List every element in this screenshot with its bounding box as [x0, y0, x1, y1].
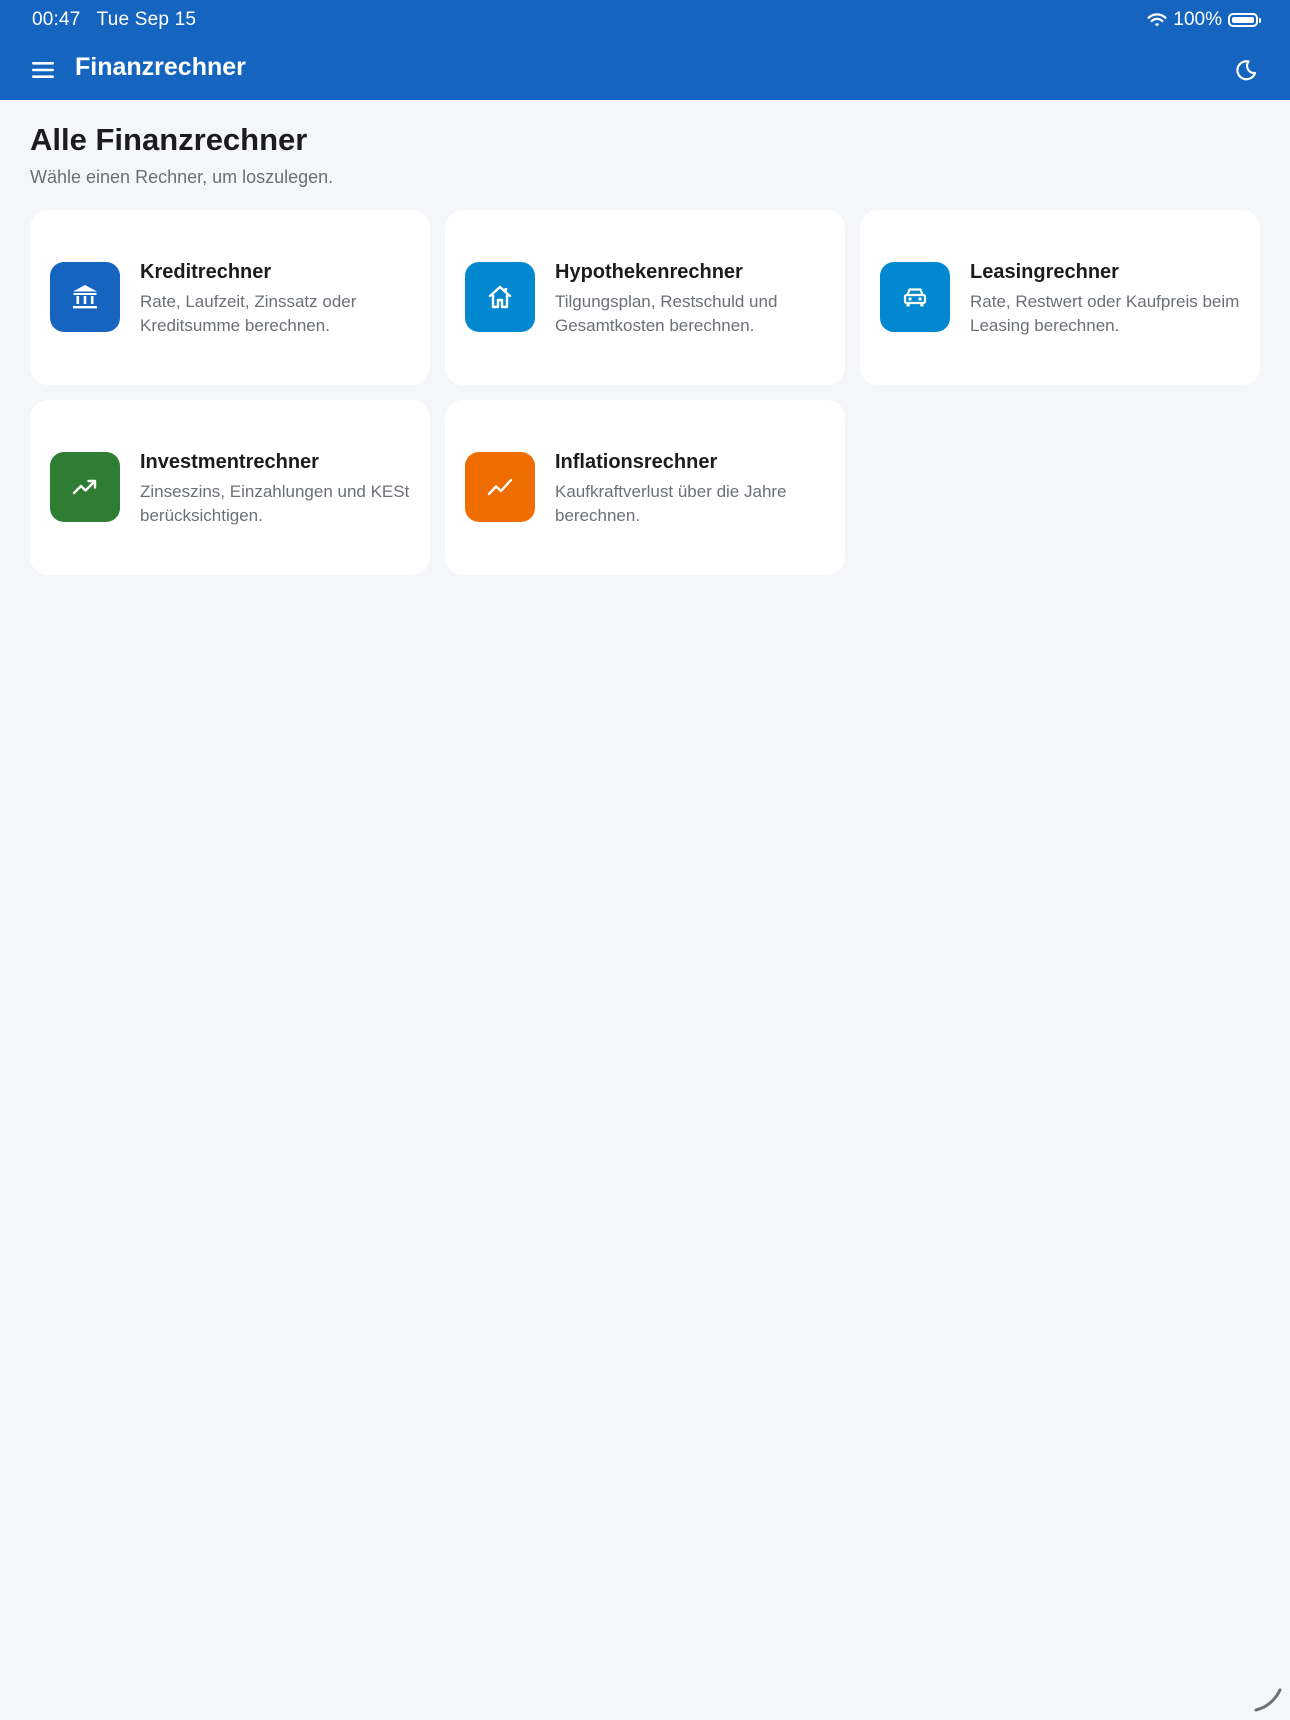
card-title: Inflationsrechner	[555, 451, 718, 473]
show-chart-icon	[487, 478, 513, 496]
card-description: Kaufkraftverlust über die Jahre berechne…	[555, 482, 787, 525]
card-kreditrechner[interactable]: Kreditrechner Rate, Laufzeit, Zinssatz o…	[30, 210, 430, 385]
status-time: 00:47 Tue Sep 15	[32, 9, 196, 31]
card-title: Hypothekenrechner	[555, 261, 743, 283]
card-description: Zinseszins, Einzahlungen und KESt berück…	[140, 482, 410, 525]
card-description: Rate, Restwert oder Kaufpreis beim Leasi…	[970, 292, 1240, 335]
page-subtitle: Wähle einen Rechner, um loszulegen.	[30, 167, 334, 187]
card-leasingrechner[interactable]: Leasingrechner Rate, Restwert oder Kaufp…	[860, 210, 1260, 385]
moon-icon	[1236, 60, 1257, 81]
menu-button[interactable]	[30, 56, 60, 84]
wifi-icon	[1147, 13, 1167, 27]
card-icon-box	[50, 452, 120, 522]
app-bar: 00:47 Tue Sep 15 100% Finanzrechner	[0, 0, 1290, 100]
card-description: Rate, Laufzeit, Zinssatz oder Kreditsumm…	[140, 292, 357, 335]
theme-toggle-button[interactable]	[1232, 56, 1260, 84]
battery-level	[1232, 17, 1254, 23]
card-title: Leasingrechner	[970, 261, 1119, 283]
home-indicator-icon	[1254, 1688, 1282, 1712]
card-icon-box	[880, 262, 950, 332]
status-time-value: 00:47	[32, 9, 81, 30]
menu-icon	[32, 62, 54, 78]
battery-icon	[1228, 13, 1261, 27]
card-inflationsrechner[interactable]: Inflationsrechner Kaufkraftverlust über …	[445, 400, 845, 575]
app-title: Finanzrechner	[75, 53, 246, 81]
battery-percentage: 100%	[1173, 9, 1222, 30]
car-icon	[903, 288, 927, 307]
bank-icon	[73, 285, 97, 309]
card-icon-box	[465, 452, 535, 522]
card-investmentrechner[interactable]: Investmentrechner Zinseszins, Einzahlung…	[30, 400, 430, 575]
card-icon-box	[465, 262, 535, 332]
card-title: Investmentrechner	[140, 451, 319, 473]
status-date-value: Tue Sep 15	[96, 9, 197, 30]
trending-up-icon	[72, 479, 97, 495]
card-icon-box	[50, 262, 120, 332]
card-hypothekenrechner[interactable]: Hypothekenrechner Tilgungsplan, Restschu…	[445, 210, 845, 385]
page-title: Alle Finanzrechner	[30, 122, 308, 157]
status-indicators: 100%	[1147, 8, 1261, 32]
house-icon	[488, 285, 512, 309]
card-description: Tilgungsplan, Restschuld und Gesamtkoste…	[555, 292, 778, 335]
card-title: Kreditrechner	[140, 261, 272, 283]
